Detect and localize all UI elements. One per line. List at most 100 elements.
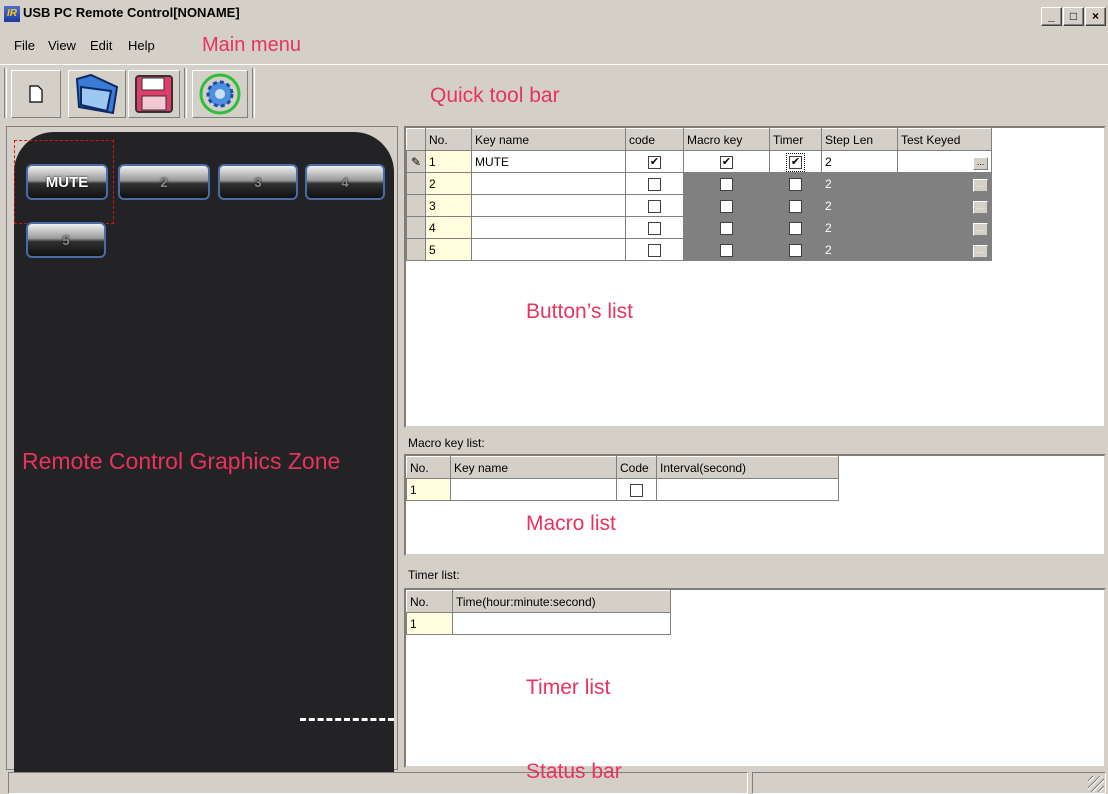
code-checkbox[interactable]: [648, 199, 661, 213]
table-row[interactable]: 3 2 ...: [406, 194, 992, 217]
cell-no[interactable]: 1: [406, 478, 451, 501]
remote-button-4[interactable]: 4: [305, 164, 385, 200]
timer-checkbox[interactable]: [789, 177, 802, 191]
timer-checkbox[interactable]: [789, 221, 802, 235]
code-checkbox[interactable]: [648, 221, 661, 235]
code-checkbox[interactable]: [648, 243, 661, 257]
macro-checkbox[interactable]: [720, 221, 733, 235]
remote-button-2[interactable]: 2: [118, 164, 210, 200]
table-row[interactable]: 1: [406, 612, 671, 635]
menu-edit[interactable]: Edit: [90, 38, 112, 53]
cell-test-keyed[interactable]: ...: [897, 150, 992, 173]
cell-macro[interactable]: [683, 216, 770, 239]
macro-checkbox[interactable]: [720, 177, 733, 191]
col-step-len[interactable]: Step Len: [821, 128, 898, 151]
table-row[interactable]: 2 2 ...: [406, 172, 992, 195]
cell-test-keyed[interactable]: ...: [897, 216, 992, 239]
cell-code[interactable]: [625, 216, 684, 239]
remote-button-mute[interactable]: MUTE: [26, 164, 108, 200]
col-test-keyed[interactable]: Test Keyed: [897, 128, 992, 151]
cell-no[interactable]: 2: [425, 172, 472, 195]
col-code[interactable]: code: [625, 128, 684, 151]
maximize-button[interactable]: □: [1063, 7, 1084, 26]
cell-timer[interactable]: [769, 216, 822, 239]
cell-interval[interactable]: [656, 478, 839, 501]
save-button[interactable]: [128, 70, 180, 118]
cell-no[interactable]: 5: [425, 238, 472, 261]
ellipsis-button[interactable]: ...: [973, 178, 988, 192]
cell-code[interactable]: [625, 194, 684, 217]
col-key-name[interactable]: Key name: [471, 128, 626, 151]
table-row[interactable]: ✎ 1 MUTE ✔ ✔ ✔ 2 ...: [406, 150, 992, 173]
macro-checkbox[interactable]: ✔: [720, 155, 733, 169]
menu-view[interactable]: View: [48, 38, 76, 53]
cell-key-name[interactable]: [450, 478, 617, 501]
cell-code[interactable]: ✔: [625, 150, 684, 173]
cell-timer[interactable]: [769, 194, 822, 217]
cell-macro[interactable]: [683, 238, 770, 261]
col-no[interactable]: No.: [425, 128, 472, 151]
cell-code[interactable]: [616, 478, 657, 501]
timer-col-no[interactable]: No.: [406, 590, 453, 613]
minimize-button[interactable]: _: [1041, 7, 1062, 26]
macro-col-no[interactable]: No.: [406, 456, 451, 479]
cell-test-keyed[interactable]: ...: [897, 194, 992, 217]
cell-timer[interactable]: [769, 172, 822, 195]
cell-key-name[interactable]: MUTE: [471, 150, 626, 173]
cell-no[interactable]: 3: [425, 194, 472, 217]
new-button[interactable]: [11, 70, 61, 118]
cell-key-name[interactable]: [471, 216, 626, 239]
cell-key-name[interactable]: [471, 194, 626, 217]
macro-col-code[interactable]: Code: [616, 456, 657, 479]
cell-step-len[interactable]: 2: [821, 194, 898, 217]
resize-grip-icon[interactable]: [1088, 776, 1104, 792]
cell-test-keyed[interactable]: ...: [897, 172, 992, 195]
cell-macro[interactable]: ✔: [683, 150, 770, 173]
col-timer[interactable]: Timer: [769, 128, 822, 151]
cell-step-len[interactable]: 2: [821, 216, 898, 239]
timer-checkbox[interactable]: ✔: [786, 152, 805, 172]
cell-step-len[interactable]: 2: [821, 150, 898, 173]
cell-key-name[interactable]: [471, 238, 626, 261]
cell-step-len[interactable]: 2: [821, 172, 898, 195]
code-checkbox[interactable]: [630, 483, 643, 497]
remote-button-5[interactable]: 5: [26, 222, 106, 258]
timer-checkbox[interactable]: [789, 243, 802, 257]
cell-no[interactable]: 1: [425, 150, 472, 173]
ellipsis-button[interactable]: ...: [973, 222, 988, 236]
macro-col-key-name[interactable]: Key name: [450, 456, 617, 479]
open-button[interactable]: [68, 70, 126, 118]
remote-button-3[interactable]: 3: [218, 164, 298, 200]
table-row[interactable]: 5 2 ...: [406, 238, 992, 261]
cell-timer[interactable]: [769, 238, 822, 261]
toolbar-annotation: Quick tool bar: [430, 84, 560, 107]
table-row[interactable]: 4 2 ...: [406, 216, 992, 239]
code-checkbox[interactable]: [648, 177, 661, 191]
close-button[interactable]: ×: [1085, 7, 1106, 26]
timer-checkbox[interactable]: [789, 199, 802, 213]
code-checkbox[interactable]: ✔: [648, 155, 661, 169]
cell-test-keyed[interactable]: ...: [897, 238, 992, 261]
table-row[interactable]: 1: [406, 478, 839, 501]
menu-help[interactable]: Help: [128, 38, 155, 53]
timer-col-time[interactable]: Time(hour:minute:second): [452, 590, 671, 613]
settings-button[interactable]: [192, 70, 248, 118]
ellipsis-button[interactable]: ...: [973, 200, 988, 214]
cell-code[interactable]: [625, 238, 684, 261]
cell-step-len[interactable]: 2: [821, 238, 898, 261]
menu-file[interactable]: File: [14, 38, 35, 53]
col-macro-key[interactable]: Macro key: [683, 128, 770, 151]
cell-code[interactable]: [625, 172, 684, 195]
cell-timer[interactable]: ✔: [769, 150, 822, 173]
macro-checkbox[interactable]: [720, 243, 733, 257]
ellipsis-button[interactable]: ...: [973, 244, 988, 258]
cell-key-name[interactable]: [471, 172, 626, 195]
cell-no[interactable]: 4: [425, 216, 472, 239]
macro-checkbox[interactable]: [720, 199, 733, 213]
cell-macro[interactable]: [683, 194, 770, 217]
cell-time[interactable]: [452, 612, 671, 635]
macro-col-interval[interactable]: Interval(second): [656, 456, 839, 479]
ellipsis-button[interactable]: ...: [973, 156, 988, 170]
cell-macro[interactable]: [683, 172, 770, 195]
cell-no[interactable]: 1: [406, 612, 453, 635]
